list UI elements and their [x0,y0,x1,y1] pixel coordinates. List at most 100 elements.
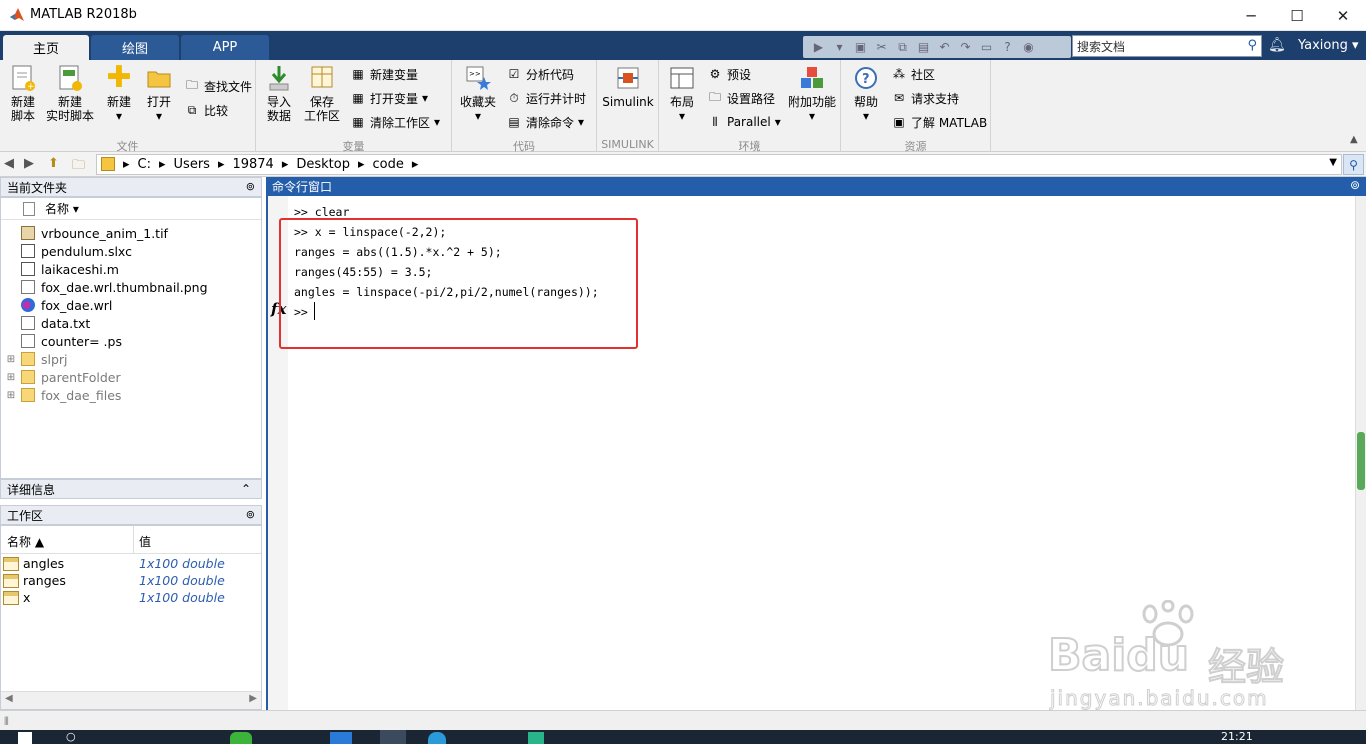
workspace-horizontal-scrollbar[interactable]: ◀ ▶ [1,691,261,709]
notification-bell-icon[interactable]: 🔔︎ [1268,37,1286,53]
simulink-button[interactable]: Simulink [601,64,655,109]
taskbar-matlab-icon[interactable] [380,730,406,744]
user-account-menu[interactable]: Yaxiong ▾ [1298,38,1359,53]
new-script-button[interactable]: + 新建 脚本 [6,64,40,123]
import-data-button[interactable]: 导入 数据 [264,64,294,123]
windows-start-icon[interactable] [18,732,32,744]
parallel-button[interactable]: ⦀ Parallel ▾ [707,112,780,132]
expand-plus-icon[interactable]: ⊞ [1,354,21,365]
file-item[interactable]: laikaceshi.m [1,260,259,278]
workspace-variable-row[interactable]: x 1x100 double [3,589,259,606]
redo-icon[interactable]: ↷ [956,39,975,55]
taskbar-app-icon[interactable] [330,732,352,744]
path-segment[interactable]: code [373,157,404,172]
path-separator: ▸ [217,157,225,172]
close-button[interactable]: ✕ [1320,0,1366,31]
panel-options-icon[interactable]: ⊚ [1350,178,1360,192]
path-segment[interactable]: Desktop [296,157,350,172]
request-support-button[interactable]: ✉ 请求支持 [891,88,959,108]
new-button[interactable]: ✚ 新建 ▾ [102,63,136,124]
taskbar-clock[interactable]: 21:21 [1221,730,1253,743]
expand-chevron-up-icon[interactable]: ⌃ [241,482,251,496]
new-live-script-button[interactable]: 新建 实时脚本 [44,64,96,123]
workspace-variable-row[interactable]: ranges 1x100 double [3,572,259,589]
community-button[interactable]: ⁂ 社区 [891,64,935,84]
search-folder-icon[interactable]: ⚲ [1343,154,1364,175]
tab-plots[interactable]: 绘图 [91,35,179,60]
details-header[interactable]: 详细信息 ⌃ [0,479,262,499]
open-button[interactable]: 打开 ▾ [142,64,176,123]
file-item[interactable]: data.txt [1,314,259,332]
expand-plus-icon[interactable]: ⊞ [1,372,21,383]
options-icon[interactable]: ◉ [1019,39,1038,55]
back-arrow-icon[interactable]: ◀ [4,156,14,171]
path-history-dropdown-icon[interactable]: ▼ [1329,157,1337,168]
panel-options-icon[interactable]: ⊚ [246,180,255,193]
undo-icon[interactable]: ↶ [935,39,954,55]
folder-item[interactable]: ⊞ slprj [1,350,259,368]
path-segment[interactable]: 19874 [232,157,273,172]
up-folder-icon[interactable]: ⬆ [48,156,59,171]
ws-value-column-header[interactable]: 值 [139,533,151,550]
help-icon[interactable]: ? [998,39,1017,55]
set-path-button[interactable]: 🗀︎ 设置路径 [707,88,775,108]
compare-button[interactable]: ⧉ 比较 [184,100,228,120]
path-segment[interactable]: Users [174,157,210,172]
save-icon[interactable]: ▣ [851,39,870,55]
scroll-right-icon[interactable]: ▶ [249,693,257,704]
name-column-header[interactable]: 名称 ▾ [45,200,79,217]
file-list-header[interactable]: 名称 ▾ [1,198,261,220]
clear-commands-button[interactable]: ▤ 清除命令 ▾ [506,112,584,132]
run-and-time-button[interactable]: ⏱ 运行并计时 [506,88,586,108]
copy-icon[interactable]: ⧉ [893,39,912,55]
panel-options-icon[interactable]: ⊚ [246,508,255,521]
forward-arrow-icon[interactable]: ▶ [24,156,34,171]
paste-icon[interactable]: ▤ [914,39,933,55]
run-icon[interactable]: ▶ [809,39,828,55]
add-ons-button[interactable]: 附加功能 ▾ [787,64,837,123]
folder-item[interactable]: ⊞ fox_dae_files [1,386,259,404]
folder-item[interactable]: ⊞ parentFolder [1,368,259,386]
preferences-button[interactable]: ⚙ 预设 [707,64,751,84]
tab-apps[interactable]: APP [181,35,269,60]
file-item[interactable]: pendulum.slxc [1,242,259,260]
switch-windows-icon[interactable]: ▭ [977,39,996,55]
clear-workspace-button[interactable]: ▦ 清除工作区 ▾ [350,112,440,132]
analyze-code-button[interactable]: ☑ 分析代码 [506,64,574,84]
cut-icon[interactable]: ✂ [872,39,891,55]
command-window-scrollbar[interactable] [1355,196,1366,710]
open-variable-button[interactable]: ▦ 打开变量 ▾ [350,88,428,108]
learn-matlab-button[interactable]: ▣ 了解 MATLAB [891,112,987,132]
scrollbar-thumb[interactable] [1357,432,1365,490]
path-field[interactable]: ▸ C: ▸ Users ▸ 19874 ▸ Desktop ▸ code ▸ ▼ [96,154,1342,175]
layout-button[interactable]: 布局 ▾ [665,64,699,123]
file-item[interactable]: fox_dae.wrl [1,296,259,314]
taskbar-search-icon[interactable]: ○ [66,730,76,743]
scroll-left-icon[interactable]: ◀ [5,693,13,704]
path-segment[interactable]: C: [138,157,151,172]
file-item[interactable]: counter= .ps [1,332,259,350]
new-variable-button[interactable]: ▦ 新建变量 [350,64,418,84]
taskbar-app-icon[interactable] [230,732,252,744]
taskbar-app-icon[interactable] [428,732,446,744]
simulink-icon [614,64,642,92]
workspace-variable-row[interactable]: angles 1x100 double [3,555,259,572]
search-docs-input[interactable]: 搜索文档 ⚲ [1072,35,1262,57]
search-icon[interactable]: ⚲ [1247,38,1257,53]
browse-folder-icon[interactable]: 🗀︎ [72,156,85,178]
minimize-button[interactable]: ─ [1228,0,1274,31]
dropdown-icon[interactable]: ▾ [830,39,849,55]
favorites-button[interactable]: >> 收藏夹 ▾ [458,64,498,123]
expand-plus-icon[interactable]: ⊞ [1,390,21,401]
collapse-ribbon-icon[interactable]: ▲ [1350,134,1358,145]
file-item[interactable]: fox_dae.wrl.thumbnail.png [1,278,259,296]
tab-home[interactable]: 主页 [3,35,89,60]
ws-name-column-header[interactable]: 名称 ▲ [7,533,44,550]
save-workspace-button[interactable]: 保存 工作区 [302,64,342,123]
column-divider[interactable] [133,526,134,554]
help-button[interactable]: ? 帮助 ▾ [849,64,883,123]
maximize-button[interactable]: ☐ [1274,0,1320,31]
taskbar-app-icon[interactable] [528,732,544,744]
find-files-button[interactable]: 🗀︎ 查找文件 [184,76,252,96]
file-item[interactable]: vrbounce_anim_1.tif [1,224,259,242]
